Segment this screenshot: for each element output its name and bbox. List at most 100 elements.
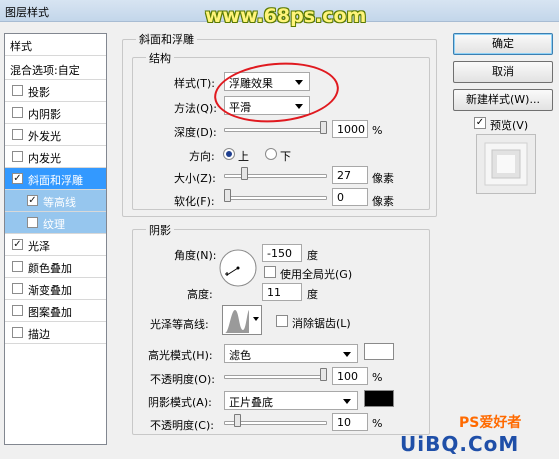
cancel-button[interactable]: 取消 — [453, 61, 553, 83]
highlight-opacity-input[interactable]: 100 — [332, 367, 368, 385]
depth-input[interactable]: 1000 — [332, 120, 368, 138]
style-list-item[interactable]: 纹理 — [5, 212, 106, 234]
shadow-mode-dropdown[interactable]: 正片叠底 — [224, 391, 358, 410]
style-checkbox[interactable]: ✓ — [27, 195, 38, 206]
shadow-opacity-input[interactable]: 10 — [332, 413, 368, 431]
altitude-label: 高度: — [187, 288, 213, 301]
shadow-opacity-unit: % — [372, 417, 383, 430]
style-checkbox[interactable] — [12, 107, 23, 118]
style-checkbox[interactable] — [12, 283, 23, 294]
direction-down-label: 下 — [280, 150, 291, 163]
style-checkbox[interactable]: ✓ — [12, 239, 23, 250]
style-list-item[interactable]: ✓ 等高线 — [5, 190, 106, 212]
new-style-button[interactable]: 新建样式(W)... — [453, 89, 553, 111]
highlight-opacity-label: 不透明度(O): — [150, 373, 215, 386]
style-checkbox[interactable] — [27, 217, 38, 228]
style-item-label: 斜面和浮雕 — [28, 174, 83, 187]
style-list-item[interactable]: 外发光 — [5, 124, 106, 146]
preview-label: 预览(V) — [490, 119, 529, 132]
bevel-emboss-title: 斜面和浮雕 — [136, 31, 197, 47]
style-list-header[interactable]: 样式 — [5, 34, 106, 56]
depth-slider[interactable] — [224, 128, 327, 132]
style-checkbox[interactable] — [12, 151, 23, 162]
soften-value: 0 — [337, 191, 344, 204]
style-label: 样式(T): — [174, 77, 216, 90]
style-list-item[interactable]: 内阴影 — [5, 102, 106, 124]
anti-alias-label: 消除锯齿(L) — [292, 317, 351, 330]
style-preview-thumbnail — [476, 134, 536, 194]
shading-title: 阴影 — [146, 222, 174, 238]
style-list-item[interactable]: ✓ 斜面和浮雕 — [5, 168, 106, 190]
shadow-opacity-thumb[interactable] — [233, 414, 241, 427]
style-item-label: 投影 — [28, 86, 50, 99]
style-item-label: 内阴影 — [28, 108, 61, 121]
angle-value: -150 — [267, 247, 292, 260]
highlight-mode-label: 高光模式(H): — [148, 349, 213, 362]
window-title: 图层样式 — [5, 6, 49, 19]
structure-title: 结构 — [146, 50, 174, 66]
altitude-input[interactable]: 11 — [262, 283, 302, 301]
altitude-unit: 度 — [307, 288, 318, 301]
soften-slider-thumb[interactable] — [224, 189, 231, 202]
depth-unit: % — [372, 124, 383, 137]
ok-button[interactable]: 确定 — [453, 33, 553, 55]
style-list-item[interactable]: ✓ 光泽 — [5, 234, 106, 256]
style-checkbox[interactable] — [12, 305, 23, 316]
angle-input[interactable]: -150 — [262, 244, 302, 262]
direction-down-radio[interactable] — [265, 148, 277, 160]
global-light-checkbox[interactable] — [264, 266, 276, 278]
style-item-label: 渐变叠加 — [28, 284, 72, 297]
chevron-down-icon — [253, 317, 259, 321]
angle-unit: 度 — [307, 249, 318, 262]
preview-swatch-icon — [484, 142, 528, 186]
watermark: www.68ps.com — [205, 5, 367, 27]
shadow-color-swatch[interactable] — [364, 390, 394, 407]
size-input[interactable]: 27 — [332, 166, 368, 184]
style-list-item[interactable]: 颜色叠加 — [5, 256, 106, 278]
gloss-contour-label: 光泽等高线: — [150, 318, 209, 331]
style-item-label: 纹理 — [43, 218, 65, 231]
soften-slider[interactable] — [224, 196, 327, 200]
style-checkbox[interactable] — [12, 261, 23, 272]
highlight-mode-value: 滤色 — [229, 349, 251, 362]
style-list-item[interactable]: 投影 — [5, 80, 106, 102]
blending-options-label: 混合选项:自定 — [10, 64, 80, 77]
soften-input[interactable]: 0 — [332, 188, 368, 206]
shadow-mode-label: 阴影模式(A): — [148, 396, 212, 409]
style-list-item[interactable]: 描边 — [5, 322, 106, 344]
direction-up-radio[interactable] — [223, 148, 235, 160]
size-slider-thumb[interactable] — [241, 167, 249, 180]
direction-label: 方向: — [189, 150, 215, 163]
highlight-opacity-slider[interactable] — [224, 375, 327, 379]
style-item-label: 描边 — [28, 328, 50, 341]
style-checkbox[interactable] — [12, 129, 23, 140]
depth-value: 1000 — [337, 123, 365, 136]
chevron-down-icon — [343, 352, 351, 357]
style-item-label: 颜色叠加 — [28, 262, 72, 275]
highlight-mode-dropdown[interactable]: 滤色 — [224, 344, 358, 363]
blending-options-item[interactable]: 混合选项:自定 — [5, 58, 106, 80]
style-checkbox[interactable] — [12, 327, 23, 338]
style-checkbox[interactable] — [12, 85, 23, 96]
angle-dial[interactable] — [218, 248, 258, 288]
method-label: 方法(Q): — [174, 102, 217, 115]
angle-label: 角度(N): — [174, 249, 217, 262]
highlight-opacity-unit: % — [372, 371, 383, 384]
depth-slider-thumb[interactable] — [320, 121, 327, 134]
size-unit: 像素 — [372, 172, 394, 185]
preview-checkbox[interactable]: ✓ — [474, 117, 486, 129]
style-list-item[interactable]: 图案叠加 — [5, 300, 106, 322]
direction-up-label: 上 — [238, 150, 249, 163]
style-list-item[interactable]: 内发光 — [5, 146, 106, 168]
size-slider[interactable] — [224, 174, 327, 178]
highlight-color-swatch[interactable] — [364, 343, 394, 360]
style-checkbox[interactable]: ✓ — [12, 173, 23, 184]
shadow-opacity-value: 10 — [337, 416, 351, 429]
gloss-contour-picker[interactable] — [222, 305, 262, 335]
shadow-mode-value: 正片叠底 — [229, 396, 273, 409]
style-list-item[interactable]: 渐变叠加 — [5, 278, 106, 300]
highlight-opacity-thumb[interactable] — [320, 368, 327, 381]
style-list-header-label: 样式 — [10, 40, 32, 53]
anti-alias-checkbox[interactable] — [276, 315, 288, 327]
depth-label: 深度(D): — [174, 126, 217, 139]
